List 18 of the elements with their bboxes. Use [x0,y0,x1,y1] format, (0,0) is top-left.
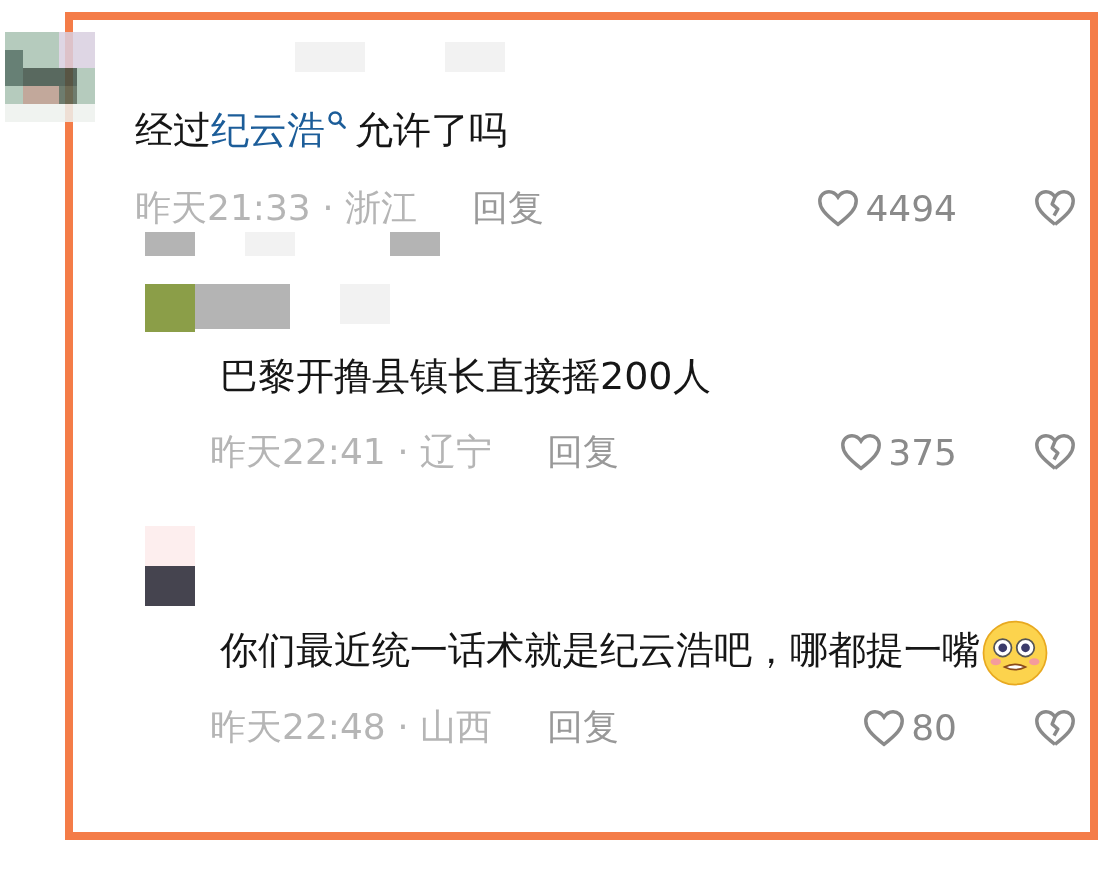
reply-text: 你们最近统一话术就是纪云浩吧，哪都提一嘴 [220,628,980,672]
reply-link[interactable]: 回复 [472,183,545,233]
like-count: 4494 [865,187,957,229]
like-count: 375 [888,431,957,473]
reply-link[interactable]: 回复 [547,427,620,477]
comment-text: 经过 [135,107,211,154]
timestamp-location: 昨天22:48 · 山西 [210,705,493,749]
reply-text: 巴黎开撸县镇长直接摇200人 [220,354,711,398]
timestamp-location: 昨天21:33 · 浙江 [135,185,418,230]
reply-link[interactable]: 回复 [547,703,620,752]
redaction-block [145,232,195,256]
redaction-block [390,232,440,256]
comment-text: 允许了吗 [355,107,507,154]
timestamp-location: 昨天22:41 · 辽宁 [210,429,493,474]
like-count: 80 [911,707,957,748]
avatar[interactable] [145,526,195,606]
mention-link[interactable]: 纪云浩 [211,100,325,160]
search-icon [327,110,347,130]
